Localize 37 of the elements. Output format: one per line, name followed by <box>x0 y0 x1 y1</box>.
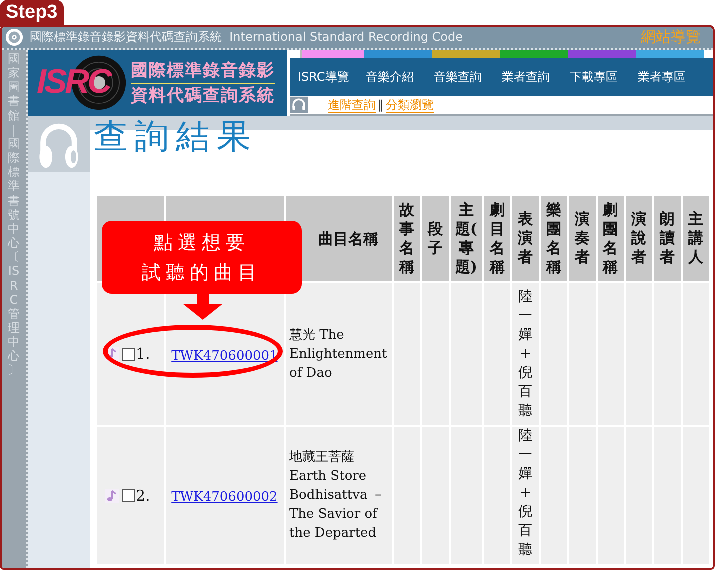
logo-title: 資料代碼查詢系統 <box>131 84 275 108</box>
checkbox[interactable] <box>122 489 135 502</box>
nav-link[interactable]: 音樂介紹 <box>366 68 434 86</box>
column-header: 表演者 <box>518 210 534 267</box>
callout-text: 點選想要 <box>154 230 250 256</box>
performer-name: 陸一嬋+倪百聽 <box>518 288 533 420</box>
link-separator: ‖ <box>378 98 384 112</box>
checkbox[interactable] <box>122 348 135 360</box>
column-header: 主講人 <box>688 210 704 267</box>
step-badge: Step3 <box>0 0 64 27</box>
column-header: 段子 <box>428 220 443 258</box>
column-header: 劇目名稱 <box>490 200 505 276</box>
system-title: 國際標準錄音錄影資料代碼查詢系統 International Standard Recording Code <box>30 29 464 46</box>
row-number: 1. <box>136 345 150 363</box>
column-header: 朗讀者 <box>660 210 675 267</box>
track-title: 慧光 The Enlightenment of Dao <box>288 326 388 382</box>
column-header: 劇團名稱 <box>603 200 618 276</box>
page-title: 查詢結果 <box>94 118 259 156</box>
nav-link[interactable]: 下載專區 <box>570 68 638 86</box>
nav-link[interactable]: 業者查詢 <box>502 68 570 86</box>
performer-name: 陸一嬋+倪百聽 <box>518 427 533 560</box>
column-header: 演奏者 <box>574 210 590 267</box>
recording-code-link[interactable]: TWK470600001 <box>172 348 278 364</box>
callout-text: 試聽的曲目 <box>142 260 262 286</box>
column-header: 主題(專題) <box>454 200 478 276</box>
logo-title: 國際標準錄音錄影 <box>131 58 275 84</box>
nav-link[interactable]: 業者專區 <box>638 68 706 86</box>
recording-code-link[interactable]: TWK470600002 <box>172 490 278 505</box>
row-number: 2. <box>136 486 150 504</box>
nav-link[interactable]: ISRC導覽 <box>298 68 366 86</box>
column-header: 故事名稱 <box>400 200 415 276</box>
column-header: 曲目名稱 <box>318 230 379 248</box>
sidebar-text: 國家圖書館｜國際標準書號中心〔ISRC管理中心〕 <box>8 52 20 378</box>
column-header: 樂團名稱 <box>546 200 562 276</box>
nav-link[interactable]: 音樂查詢 <box>434 68 502 86</box>
column-header: 演說者 <box>632 210 647 267</box>
track-title: 地藏王菩薩 Earth Store Bodhisattva － The Savior of the Departed <box>288 449 386 543</box>
